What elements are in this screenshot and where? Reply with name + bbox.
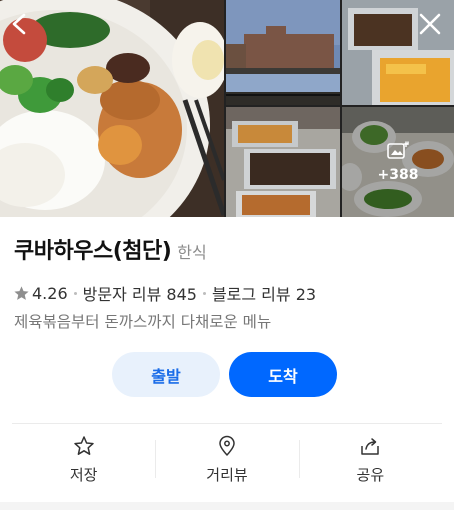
photo-more[interactable]: +388 bbox=[342, 107, 454, 217]
star-icon bbox=[14, 285, 29, 300]
street-view-label: 거리뷰 bbox=[206, 465, 248, 484]
chevron-left-icon bbox=[12, 13, 26, 35]
map-pin-icon bbox=[219, 435, 235, 456]
place-description: 제육볶음부터 돈까스까지 다채로운 메뉴 bbox=[14, 313, 272, 331]
visitor-reviews-link[interactable]: 방문자 리뷰 845 bbox=[83, 281, 197, 305]
share-button[interactable]: 공유 bbox=[298, 424, 442, 494]
rating-value: 4.26 bbox=[32, 283, 68, 303]
save-button[interactable]: 저장 bbox=[12, 424, 155, 494]
close-icon bbox=[419, 13, 441, 35]
gallery-icon bbox=[387, 141, 409, 159]
place-category: 한식 bbox=[177, 243, 207, 262]
star-outline-icon bbox=[73, 435, 94, 455]
action-bar: 저장 거리뷰 공유 bbox=[12, 424, 442, 494]
share-icon bbox=[361, 437, 380, 455]
save-label: 저장 bbox=[69, 465, 98, 484]
place-title-row: 쿠바하우스(첨단) 한식 bbox=[14, 233, 207, 265]
close-button[interactable] bbox=[416, 10, 444, 38]
photo-buffet-2[interactable] bbox=[226, 107, 340, 217]
street-view-button[interactable]: 거리뷰 bbox=[155, 424, 298, 494]
separator-dot bbox=[202, 291, 206, 295]
place-name: 쿠바하우스(첨단) bbox=[14, 239, 172, 264]
more-photos-overlay[interactable]: +388 bbox=[342, 107, 454, 217]
back-button[interactable] bbox=[6, 10, 34, 38]
depart-button[interactable]: 출발 bbox=[112, 352, 220, 397]
blog-reviews-link[interactable]: 블로그 리뷰 23 bbox=[212, 281, 316, 305]
more-photos-count: +388 bbox=[377, 167, 419, 183]
place-meta-row: 4.26 방문자 리뷰 845 블로그 리뷰 23 bbox=[13, 281, 316, 305]
arrive-button[interactable]: 도착 bbox=[229, 352, 337, 397]
bottom-bar bbox=[0, 502, 454, 510]
photo-building[interactable] bbox=[226, 0, 340, 105]
photo-gallery: +388 bbox=[0, 0, 454, 217]
separator-dot bbox=[73, 291, 77, 295]
share-label: 공유 bbox=[356, 465, 385, 484]
